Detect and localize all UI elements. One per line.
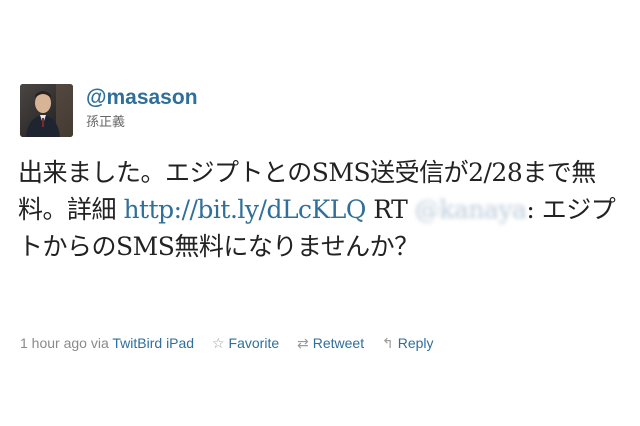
tweet-text: 出来ました。エジプトとのSMS送受信が2/28まで無料。詳細 http://bi… [18, 154, 618, 265]
mention-link[interactable]: @kanaya [415, 195, 527, 224]
star-icon: ☆ [211, 336, 225, 352]
tweet-text-part2: RT [365, 195, 415, 224]
retweet-label: Retweet [312, 335, 365, 351]
user-avatar[interactable] [20, 84, 73, 137]
full-name: 孫正義 [86, 115, 126, 130]
retweet-icon: ⇄ [297, 336, 309, 352]
retweet-button[interactable]: ⇄ Retweet [297, 334, 364, 353]
favorite-label: Favorite [228, 335, 280, 351]
tweet-link[interactable]: http://bit.ly/dLcKLQ [123, 195, 366, 224]
client-link[interactable]: TwitBird iPad [112, 335, 194, 351]
favorite-button[interactable]: ☆ Favorite [212, 334, 279, 353]
reply-label: Reply [397, 335, 434, 351]
reply-button[interactable]: ↰ Reply [382, 334, 434, 353]
reply-arrow-icon: ↰ [382, 336, 394, 352]
tweet-card: @masason 孫正義 出来ました。エジプトとのSMS送受信が2/28まで無料… [0, 0, 640, 426]
tweet-meta: 1 hour ago via TwitBird iPad ☆ Favorite ⇄… [20, 334, 434, 353]
screen-name-link[interactable]: @masason [86, 86, 198, 110]
via-label: via [86, 335, 113, 351]
timestamp[interactable]: 1 hour ago [20, 335, 87, 351]
